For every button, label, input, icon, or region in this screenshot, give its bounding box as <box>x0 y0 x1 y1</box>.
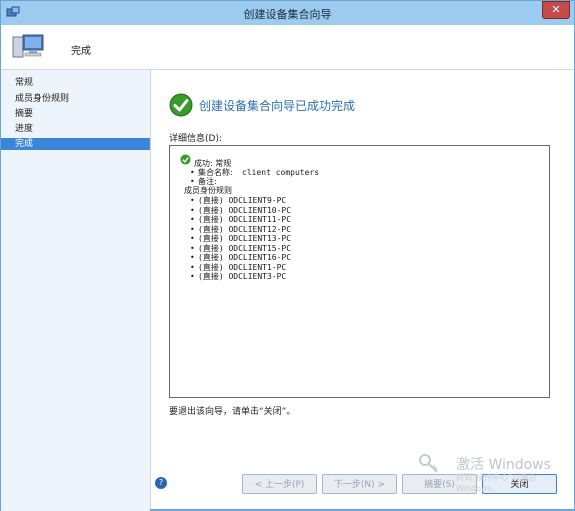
exit-instructions: 要退出该向导，请单击“关闭”。 <box>169 407 296 417</box>
rule-item: (直接) ODCLIENT3-PC <box>198 272 287 281</box>
status-check-icon <box>180 154 191 165</box>
nav-item-progress[interactable]: 进度 <box>1 123 150 135</box>
nav-item-summary[interactable]: 摘要 <box>1 108 150 120</box>
success-check-icon <box>169 93 193 117</box>
success-heading: 创建设备集合向导已成功完成 <box>199 99 356 113</box>
key-icon <box>419 454 438 473</box>
rule-item: (直接) ODCLIENT11-PC <box>198 215 292 224</box>
bullet-dot: • <box>190 215 195 224</box>
bullet-dot: • <box>190 253 195 262</box>
next-button[interactable]: 下一步(N) > <box>322 474 397 494</box>
page-title: 完成 <box>71 46 91 57</box>
nav-item-completion[interactable]: 完成 <box>1 138 150 150</box>
rule-item: (直接) ODCLIENT9-PC <box>198 196 287 205</box>
window-title: 创建设备集合向导 <box>243 8 332 21</box>
details-label: 详细信息(D): <box>169 134 222 144</box>
previous-button[interactable]: < 上一步(P) <box>242 474 317 494</box>
wizard-nav: 常规 成员身份规则 摘要 进度 完成 <box>1 70 150 511</box>
nav-item-membership-rules[interactable]: 成员身份规则 <box>1 93 150 105</box>
activation-watermark-title: 激活 Windows <box>456 457 551 473</box>
details-textbox[interactable]: 成功: 常规 • 集合名称: client computers • 备注: 成员… <box>169 145 550 398</box>
help-icon[interactable]: ? <box>155 477 167 489</box>
title-bar[interactable]: 创建设备集合向导 ✕ <box>1 1 574 25</box>
bullet-dot: • <box>190 272 195 281</box>
bullet-dot: • <box>190 196 195 205</box>
main-content: 创建设备集合向导已成功完成 详细信息(D): 成功: 常规 • 集合名称: cl… <box>150 70 574 509</box>
close-window-button[interactable]: ✕ <box>542 1 570 19</box>
rule-item: (直接) ODCLIENT13-PC <box>198 234 292 243</box>
nav-item-general[interactable]: 常规 <box>1 77 150 89</box>
bullet-dot: • <box>190 234 195 243</box>
rule-item: (直接) ODCLIENT16-PC <box>198 253 292 262</box>
wizard-window: 创建设备集合向导 ✕ 完成 常规 成员身份规则 摘要 进度 完成 创建设备集合向… <box>0 0 575 511</box>
computer-icon <box>12 34 44 58</box>
rules-header: 成员身份规则 <box>184 186 232 195</box>
collection-name-value: client computers <box>242 168 320 177</box>
activation-watermark-text: 转到“操作中心”以激活 Windows。 <box>456 473 537 493</box>
wizard-header: 完成 <box>1 25 574 70</box>
